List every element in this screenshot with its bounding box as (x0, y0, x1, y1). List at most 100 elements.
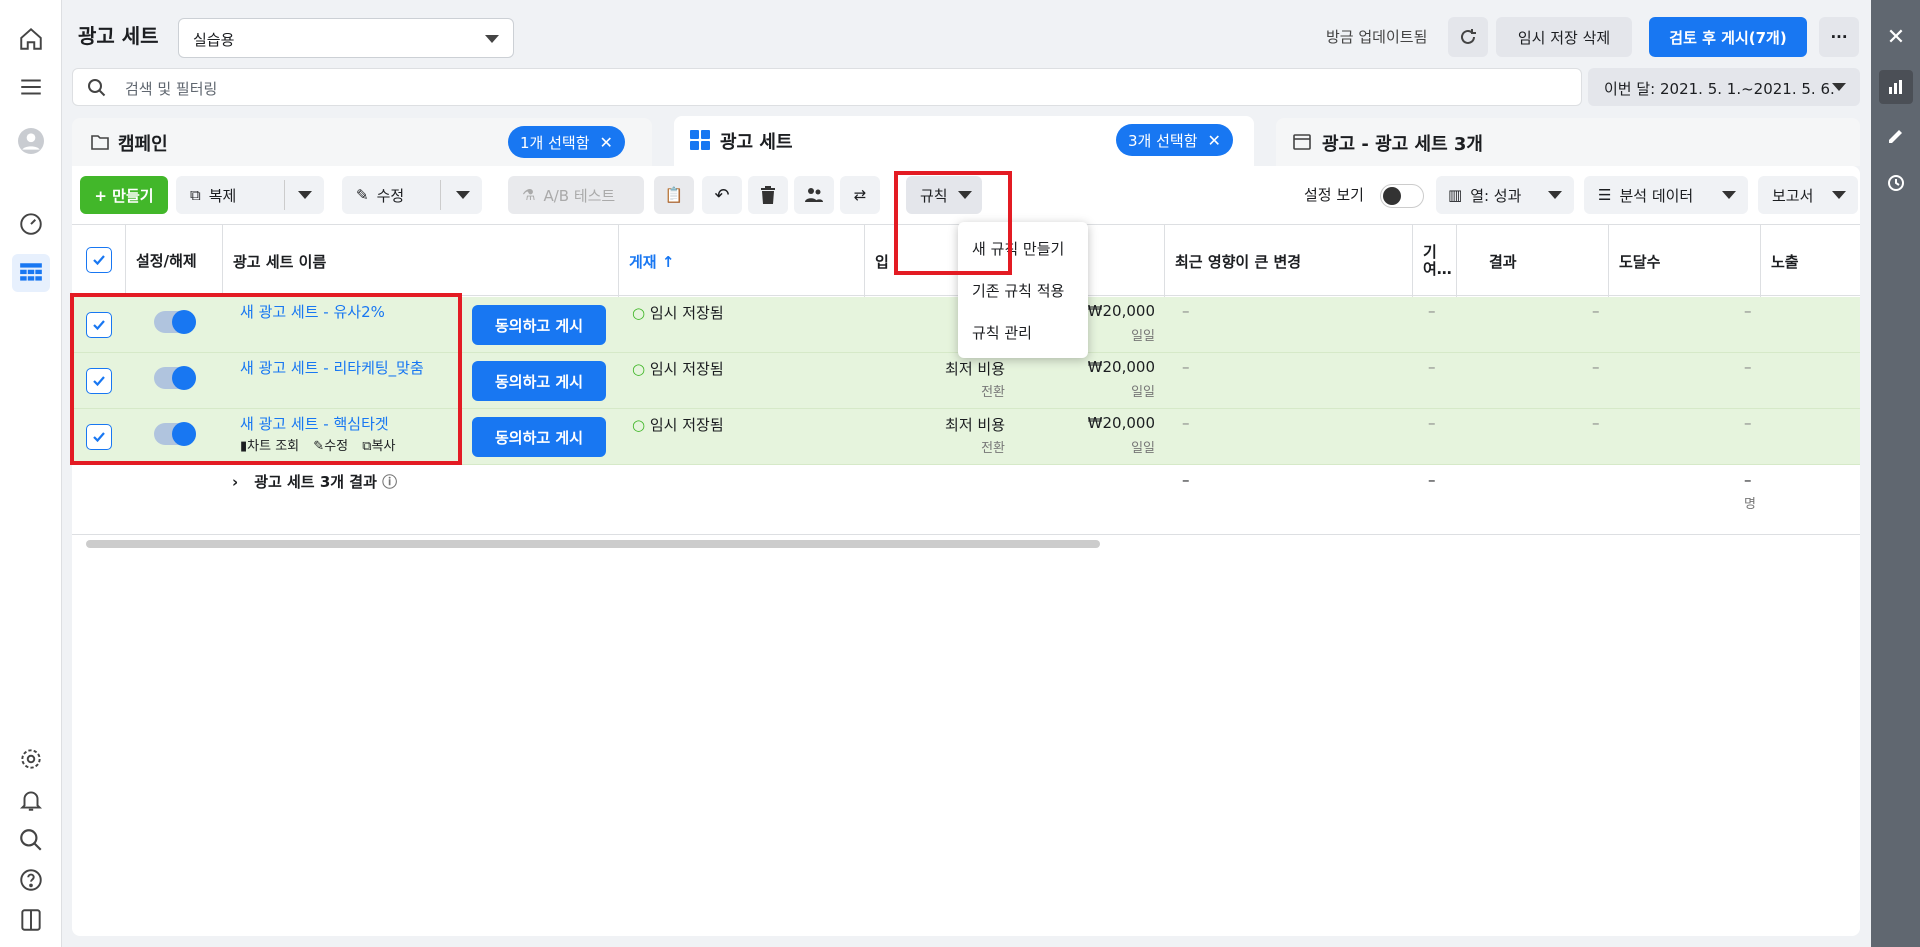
flask-icon: ⚗ (522, 186, 536, 204)
main-area: 광고 세트 실습용 방금 업데이트됨 임시 저장 삭제 검토 후 게시(7개) … (62, 0, 1871, 947)
search-icon (88, 79, 106, 97)
update-status: 방금 업데이트됨 (1326, 28, 1428, 46)
pencil-icon: ✎ (356, 186, 369, 204)
info-icon: ⓘ (382, 473, 398, 491)
undo-button[interactable]: ↶ (702, 176, 742, 214)
menu-item-manage-rules[interactable]: 규칙 관리 (972, 322, 1032, 343)
tab-campaigns[interactable]: 캠페인 1개 선택함 ✕ (72, 118, 652, 166)
delete-button[interactable] (748, 176, 788, 214)
chevron-down-icon[interactable] (456, 191, 470, 199)
column-header-attribution[interactable]: 기여… (1413, 225, 1457, 297)
more-options-button[interactable]: ··· (1819, 17, 1859, 57)
tab-ad-sets[interactable]: 광고 세트 3개 선택함 ✕ (674, 116, 1254, 168)
page-header: 광고 세트 실습용 방금 업데이트됨 임시 저장 삭제 검토 후 게시(7개) … (62, 10, 1871, 60)
settings-icon[interactable] (12, 740, 50, 778)
search-icon[interactable] (12, 821, 50, 859)
budget-value: ₩20,000 (1087, 358, 1155, 376)
selected-count-pill[interactable]: 1개 선택함 ✕ (508, 126, 625, 158)
budget-type: 일일 (1131, 441, 1155, 456)
check-icon (93, 255, 105, 266)
close-icon[interactable]: ✕ (600, 133, 613, 152)
chevron-down-icon (485, 35, 499, 43)
export-button[interactable]: ⇄ (840, 176, 880, 214)
approve-publish-button[interactable]: 동의하고 게시 (472, 305, 606, 345)
discard-drafts-button[interactable]: 임시 저장 삭제 (1496, 17, 1632, 57)
clock-icon[interactable] (1879, 166, 1913, 200)
column-header-results[interactable]: 결과 (1457, 225, 1609, 297)
grid-icon (690, 130, 710, 150)
reports-button[interactable]: 보고서 (1758, 176, 1858, 214)
select-all-cell (72, 225, 126, 297)
column-header-delivery[interactable]: 게재 ↑ (619, 225, 865, 297)
column-header-name[interactable]: 광고 세트 이름 (223, 225, 619, 297)
chevron-down-icon (1832, 83, 1846, 91)
folder-icon (91, 135, 109, 150)
left-nav (0, 0, 62, 947)
create-button[interactable]: + 만들기 (80, 176, 168, 214)
breakdown-button[interactable]: ☰ 분석 데이터 (1584, 176, 1748, 214)
chevron-right-icon: › (232, 473, 239, 491)
chevron-down-icon (1722, 191, 1736, 199)
trash-icon (761, 186, 775, 204)
columns-icon: ▥ (1448, 186, 1463, 204)
audience-button[interactable] (794, 176, 834, 214)
chevron-down-icon (1548, 191, 1562, 199)
horizontal-scrollbar[interactable] (86, 540, 1100, 548)
close-icon[interactable]: ✕ (1208, 131, 1221, 150)
selected-count-pill[interactable]: 3개 선택함 ✕ (1116, 124, 1233, 156)
page-title: 광고 세트 (78, 24, 159, 48)
bid-strategy: 최저 비용 (945, 416, 1005, 434)
highlight-box (70, 293, 462, 465)
home-icon[interactable] (12, 20, 50, 58)
menu-icon[interactable] (12, 68, 50, 106)
summary-row: › 광고 세트 3개 결과 ⓘ – – – 명 (72, 465, 1860, 535)
help-icon[interactable] (12, 861, 50, 899)
columns-button[interactable]: ▥ 열: 성과 (1436, 176, 1574, 214)
avatar[interactable] (12, 122, 50, 160)
delivery-status: ○ 임시 저장됨 (632, 416, 724, 434)
search-placeholder: 검색 및 필터링 (125, 80, 218, 98)
duplicate-button[interactable]: ⧉ 복제 (176, 176, 324, 214)
approve-publish-button[interactable]: 동의하고 게시 (472, 361, 606, 401)
breakdown-icon: ☰ (1598, 186, 1612, 204)
view-setup-label: 설정 보기 (1304, 186, 1364, 204)
ads-manager-icon[interactable] (12, 254, 50, 292)
budget-type: 일일 (1131, 385, 1155, 400)
status-dot-icon: ○ (632, 304, 646, 322)
bell-icon[interactable] (12, 781, 50, 819)
view-setup-toggle[interactable] (1380, 184, 1424, 208)
column-header-reach[interactable]: 도달수 (1609, 225, 1761, 297)
dashboard-icon[interactable] (12, 204, 50, 242)
column-header-onoff[interactable]: 설정/해제 (126, 225, 223, 297)
summary-expander[interactable]: › 광고 세트 3개 결과 ⓘ (232, 471, 397, 492)
chevron-down-icon (1832, 191, 1846, 199)
column-header-impressions[interactable]: 노출 (1761, 225, 1860, 297)
right-side-panel: ✕ (1871, 0, 1920, 947)
menu-item-apply-rule[interactable]: 기존 규칙 적용 (972, 280, 1064, 301)
tab-ads[interactable]: 광고 - 광고 세트 3개 (1276, 118, 1860, 166)
refresh-button[interactable] (1448, 17, 1488, 57)
export-icon: ⇄ (853, 186, 867, 204)
date-range-selector[interactable]: 이번 달: 2021. 5. 1.~2021. 5. 6. (1588, 68, 1860, 106)
clipboard-button[interactable]: 📋 (654, 176, 694, 214)
pencil-icon[interactable] (1879, 118, 1913, 152)
approve-publish-button[interactable]: 동의하고 게시 (472, 417, 606, 457)
ab-test-button[interactable]: ⚗ A/B 테스트 (508, 176, 644, 214)
chart-icon[interactable] (1879, 70, 1913, 104)
optimization-goal: 전환 (981, 441, 1005, 456)
status-dot-icon: ○ (632, 360, 646, 378)
column-header-recent-changes[interactable]: 최근 영향이 큰 변경 (1165, 225, 1413, 297)
report-icon[interactable] (12, 901, 50, 939)
optimization-goal: 전환 (981, 385, 1005, 400)
clipboard-icon: 📋 (664, 186, 684, 204)
status-dot-icon: ○ (632, 416, 646, 434)
search-input[interactable]: 검색 및 필터링 (72, 68, 1582, 106)
copy-icon: ⧉ (190, 186, 201, 204)
bid-strategy: 최저 비용 (945, 360, 1005, 378)
review-publish-button[interactable]: 검토 후 게시(7개) (1649, 17, 1807, 57)
close-icon[interactable]: ✕ (1879, 20, 1913, 54)
select-all-checkbox[interactable] (86, 247, 112, 273)
chevron-down-icon[interactable] (298, 191, 312, 199)
account-selector[interactable]: 실습용 (178, 18, 514, 58)
edit-button[interactable]: ✎ 수정 (342, 176, 482, 214)
